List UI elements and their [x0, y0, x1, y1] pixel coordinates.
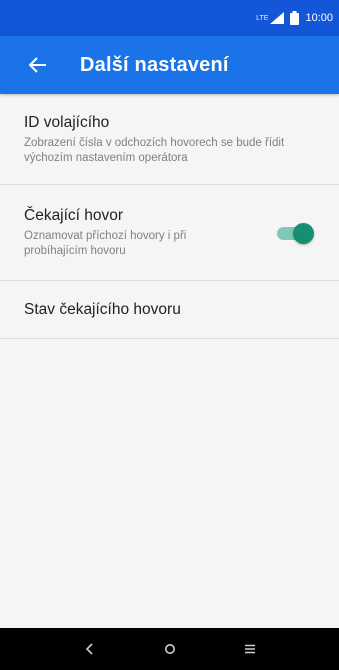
app-bar: Další nastavení: [0, 36, 339, 94]
battery-icon: [290, 11, 300, 25]
setting-texts: Čekající hovor Oznamovat příchozí hovory…: [24, 206, 263, 259]
setting-texts: Stav čekajícího hovoru: [24, 300, 317, 320]
network-indicator: LTE: [256, 12, 285, 24]
back-button[interactable]: [26, 53, 50, 77]
back-nav-icon: [85, 643, 93, 655]
settings-list: ID volajícího Zobrazení čísla v odchozíc…: [0, 94, 339, 339]
page-title: Další nastavení: [80, 53, 229, 76]
signal-icon: [270, 12, 285, 24]
setting-title: ID volajícího: [24, 113, 110, 131]
setting-title: Stav čekajícího hovoru: [24, 300, 181, 318]
setting-call-waiting[interactable]: Čekající hovor Oznamovat příchozí hovory…: [0, 185, 339, 281]
network-label: LTE: [256, 14, 269, 22]
nav-back-button[interactable]: [76, 635, 104, 663]
clock: 10:00: [305, 12, 333, 24]
setting-summary: Zobrazení čísla v odchozích hovorech se …: [24, 136, 285, 164]
setting-title: Čekající hovor: [24, 207, 124, 224]
nav-home-button[interactable]: [156, 635, 184, 663]
setting-caller-id[interactable]: ID volajícího Zobrazení čísla v odchozíc…: [0, 94, 339, 185]
recents-nav-icon: [244, 644, 255, 654]
arrow-left-icon: [29, 57, 46, 73]
setting-summary: Oznamovat příchozí hovory i při probíhaj…: [24, 230, 187, 257]
call-waiting-toggle[interactable]: [273, 221, 317, 245]
setting-call-waiting-status[interactable]: Stav čekajícího hovoru: [0, 281, 339, 339]
status-bar: LTE 10:00: [0, 0, 339, 36]
nav-recents-button[interactable]: [236, 635, 264, 663]
toggle-thumb: [293, 222, 314, 244]
setting-texts: ID volajícího Zobrazení čísla v odchozíc…: [24, 113, 317, 166]
navigation-bar: [0, 628, 339, 670]
home-nav-icon: [164, 644, 175, 654]
